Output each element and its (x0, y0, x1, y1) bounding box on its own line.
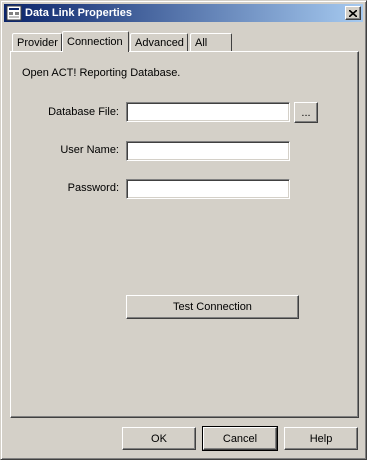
user-name-input[interactable] (126, 141, 290, 161)
help-button-label: Help (309, 432, 333, 445)
browse-button[interactable]: ... (294, 102, 318, 123)
test-connection-label: Test Connection (173, 301, 252, 313)
tab-provider[interactable]: Provider (12, 33, 62, 51)
cancel-button-label: Cancel (222, 432, 258, 445)
tab-connection[interactable]: Connection (62, 31, 129, 52)
title-bar[interactable]: Data Link Properties (4, 4, 363, 22)
tab-provider-label: Provider (17, 37, 58, 49)
ok-button-label: OK (151, 432, 167, 445)
ok-button[interactable]: OK (122, 427, 196, 450)
connection-tab-panel: Open ACT! Reporting Database. Database F… (10, 51, 359, 418)
password-label: Password: (67, 182, 119, 194)
test-connection-button[interactable]: Test Connection (126, 295, 299, 319)
tab-advanced[interactable]: Advanced (130, 33, 188, 51)
close-button[interactable] (345, 6, 361, 20)
database-file-label: Database File: (48, 106, 119, 118)
tab-all[interactable]: All (190, 33, 232, 51)
connection-heading: Open ACT! Reporting Database. (22, 67, 181, 79)
browse-button-label: ... (301, 106, 311, 119)
user-name-label: User Name: (60, 144, 119, 156)
tab-all-label: All (195, 37, 208, 49)
window-title: Data Link Properties (25, 7, 132, 19)
data-link-properties-dialog: Data Link Properties Provider Connection… (0, 0, 367, 460)
password-input[interactable] (126, 179, 290, 199)
cancel-button[interactable]: Cancel (202, 426, 278, 451)
help-button[interactable]: Help (284, 427, 358, 450)
tab-advanced-label: Advanced (135, 37, 184, 49)
tab-connection-label: Connection (67, 36, 123, 48)
database-file-input[interactable] (126, 102, 290, 122)
close-icon (349, 9, 357, 17)
data-link-icon (6, 5, 22, 21)
